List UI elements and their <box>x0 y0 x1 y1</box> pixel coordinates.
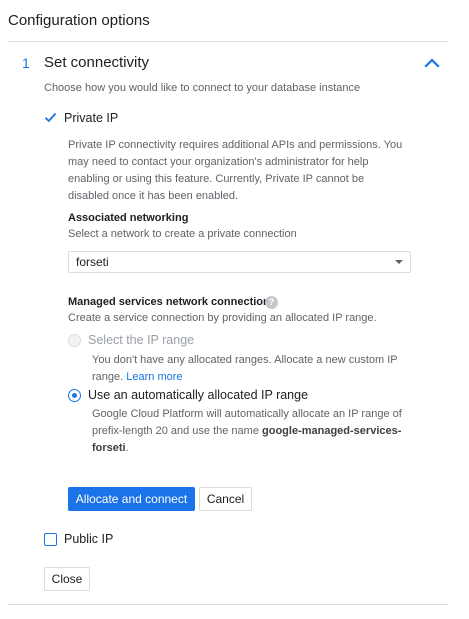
page-title: Configuration options <box>8 12 150 29</box>
public-ip-label[interactable]: Public IP <box>64 532 113 546</box>
network-select[interactable]: forseti <box>68 251 411 273</box>
bottom-divider <box>8 604 448 605</box>
associated-networking-subtext: Select a network to create a private con… <box>68 228 297 240</box>
network-select-value: forseti <box>76 255 109 269</box>
radio-selected-dot <box>71 392 77 398</box>
section-title: Set connectivity <box>44 54 150 71</box>
auto-allocate-label[interactable]: Use an automatically allocated IP range <box>88 388 308 402</box>
step-number: 1 <box>22 55 30 71</box>
allocate-and-connect-button[interactable]: Allocate and connect <box>68 487 195 511</box>
managed-services-subtext: Create a service connection by providing… <box>68 312 377 324</box>
associated-networking-heading: Associated networking <box>68 212 189 224</box>
auto-allocate-period: . <box>125 442 129 454</box>
private-ip-description: Private IP connectivity requires additio… <box>68 139 403 202</box>
private-ip-checkbox[interactable] <box>44 111 57 124</box>
close-button[interactable]: Close <box>44 567 90 591</box>
auto-allocate-description: Google Cloud Platform will automatically… <box>92 406 410 457</box>
select-ip-range-label[interactable]: Select the IP range <box>88 333 194 347</box>
managed-services-heading: Managed services network connection <box>68 296 270 308</box>
help-icon[interactable]: ? <box>265 296 278 309</box>
learn-more-link[interactable]: Learn more <box>126 371 182 383</box>
top-divider <box>8 41 448 42</box>
section-description: Choose how you would like to connect to … <box>44 82 361 94</box>
auto-allocate-radio[interactable] <box>68 389 81 402</box>
chevron-up-icon[interactable] <box>420 51 444 75</box>
select-ip-range-description: You don't have any allocated ranges. All… <box>92 352 412 386</box>
cancel-button[interactable]: Cancel <box>199 487 252 511</box>
private-ip-label[interactable]: Private IP <box>64 111 118 125</box>
select-ip-range-radio[interactable] <box>68 334 81 347</box>
dropdown-arrow-icon <box>395 260 403 264</box>
public-ip-checkbox[interactable] <box>44 533 57 546</box>
